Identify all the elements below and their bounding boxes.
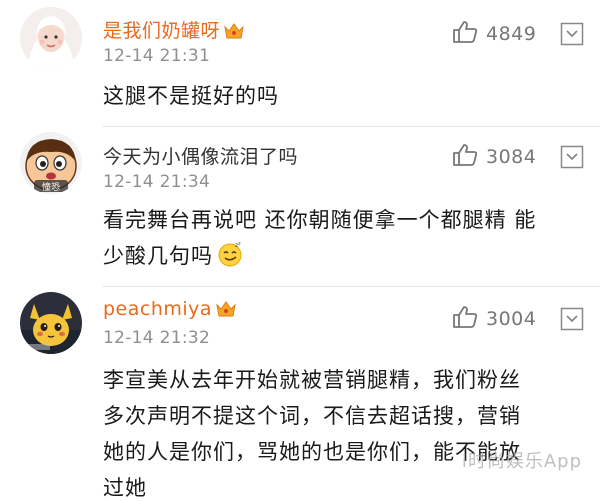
svg-text:z: z bbox=[238, 241, 242, 247]
like-button[interactable]: 4849 bbox=[452, 20, 536, 48]
comment-time: 12-14 21:34 bbox=[103, 172, 211, 192]
comment-line: 过她 bbox=[103, 476, 147, 500]
watermark: i时尚娱乐App bbox=[461, 451, 582, 472]
username-text[interactable]: peachmiya bbox=[103, 298, 212, 320]
vip-crown-icon bbox=[224, 22, 244, 45]
comment-line: 多次声明不提这个词，不信去超话搜，营销 bbox=[103, 404, 521, 428]
divider bbox=[103, 126, 600, 127]
comment-time: 12-14 21:31 bbox=[103, 46, 211, 66]
thumbs-up-icon[interactable] bbox=[452, 305, 478, 333]
thumbs-up-icon[interactable] bbox=[452, 143, 478, 171]
username[interactable]: 今天为小偶像流泪了吗 bbox=[103, 142, 298, 169]
comment-line: 这腿不是挺好的吗 bbox=[103, 84, 279, 108]
more-options-icon[interactable] bbox=[560, 307, 584, 335]
comment-line-with-emoji: 少酸几句吗 z z bbox=[103, 238, 583, 278]
more-options-icon[interactable] bbox=[560, 22, 584, 50]
avatar[interactable] bbox=[20, 7, 82, 69]
comment-line: 李宣美从去年开始就被营销腿精，我们粉丝 bbox=[103, 368, 521, 392]
avatar-image bbox=[20, 7, 82, 69]
vip-crown-icon bbox=[216, 300, 236, 323]
username[interactable]: 是我们奶罐呀 bbox=[103, 16, 244, 45]
divider bbox=[103, 286, 600, 287]
avatar-caption: 憧恐 bbox=[41, 183, 60, 193]
comment-line: 少酸几句吗 bbox=[103, 244, 213, 268]
thumbs-up-icon[interactable] bbox=[452, 20, 478, 48]
smirk-emoji-icon: zz bbox=[217, 241, 243, 278]
like-count: 4849 bbox=[486, 23, 537, 45]
username[interactable]: peachmiya bbox=[103, 298, 236, 323]
avatar-image bbox=[20, 292, 82, 354]
comment-time: 12-14 21:32 bbox=[103, 328, 211, 348]
like-button[interactable]: 3084 bbox=[452, 143, 536, 171]
avatar[interactable] bbox=[20, 292, 82, 354]
comment-line: 看完舞台再说吧 还你朝随便拿一个都腿精 能 bbox=[103, 208, 537, 232]
comment-text: 李宣美从去年开始就被营销腿精，我们粉丝 多次声明不提这个词，不信去超话搜，营销 … bbox=[103, 362, 583, 501]
comment-text: 看完舞台再说吧 还你朝随便拿一个都腿精 能 少酸几句吗 z z bbox=[103, 202, 583, 278]
username-text[interactable]: 是我们奶罐呀 bbox=[103, 20, 220, 42]
avatar[interactable]: 憧恐 bbox=[20, 132, 82, 194]
like-count: 3004 bbox=[486, 308, 537, 330]
like-count: 3084 bbox=[486, 146, 537, 168]
like-button[interactable]: 3004 bbox=[452, 305, 536, 333]
comment-text: 这腿不是挺好的吗 bbox=[103, 78, 583, 114]
more-options-icon[interactable] bbox=[560, 145, 584, 173]
